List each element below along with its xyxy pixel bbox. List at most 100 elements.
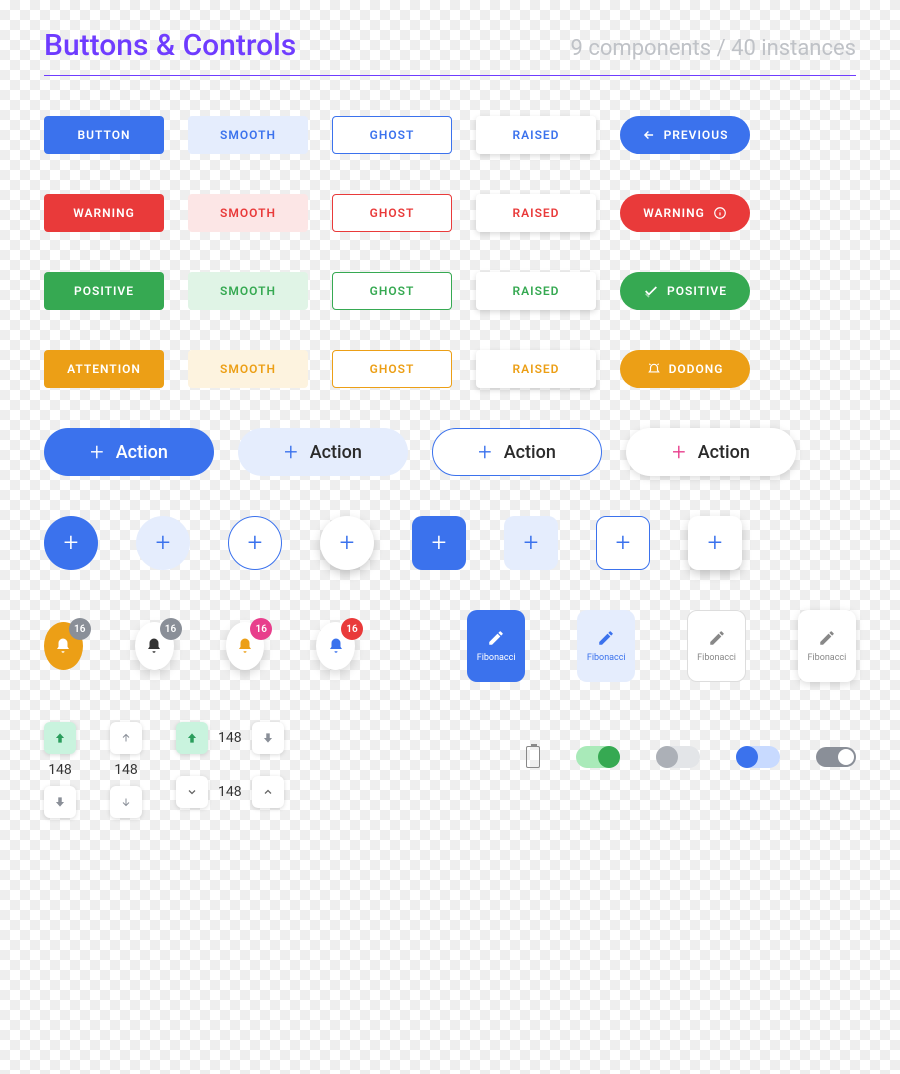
toggle-dark-on[interactable] bbox=[816, 747, 856, 767]
button-smooth-blue[interactable]: SMOOTH bbox=[188, 116, 308, 154]
button-solid-orange[interactable]: ATTENTION bbox=[44, 350, 164, 388]
plus-icon: + bbox=[616, 528, 631, 558]
step-down-button[interactable] bbox=[252, 722, 284, 754]
button-pill-dodong[interactable]: DODONG bbox=[620, 350, 750, 388]
notification-badge: 16 bbox=[69, 618, 91, 640]
button-raised-blue[interactable]: RAISED bbox=[476, 116, 596, 154]
card-label: Fibonacci bbox=[697, 653, 736, 663]
edit-card-smooth[interactable]: Fibonacci bbox=[577, 610, 635, 682]
toggle-green-on[interactable] bbox=[576, 746, 620, 768]
bell-icon bbox=[236, 637, 254, 655]
notification-bell-dark[interactable]: 16 bbox=[135, 622, 174, 670]
button-ghost-red[interactable]: GHOST bbox=[332, 194, 452, 232]
button-ghost-orange[interactable]: GHOST bbox=[332, 350, 452, 388]
action-label: Action bbox=[504, 442, 556, 463]
button-smooth-green[interactable]: SMOOTH bbox=[188, 272, 308, 310]
action-label: Action bbox=[310, 442, 362, 463]
alarm-icon bbox=[647, 362, 661, 376]
action-label: Action bbox=[698, 442, 750, 463]
bell-icon bbox=[145, 637, 163, 655]
edit-card-solid[interactable]: Fibonacci bbox=[467, 610, 525, 682]
page-subtitle: 9 components / 40 instances bbox=[571, 36, 856, 61]
plus-icon: + bbox=[156, 528, 171, 558]
step-up-button[interactable] bbox=[176, 722, 208, 754]
action-button-smooth[interactable]: + Action bbox=[238, 428, 408, 476]
fab-circle-raised[interactable]: + bbox=[320, 516, 374, 570]
card-label: Fibonacci bbox=[587, 653, 626, 663]
action-label: Action bbox=[116, 442, 168, 463]
notification-badge: 16 bbox=[341, 618, 363, 640]
plus-icon: + bbox=[708, 528, 723, 558]
pencil-icon bbox=[597, 629, 615, 647]
step-down-button[interactable] bbox=[110, 786, 142, 818]
info-icon bbox=[713, 206, 727, 220]
notification-bell-orange[interactable]: 16 bbox=[44, 622, 83, 670]
fab-square-ghost[interactable]: + bbox=[596, 516, 650, 570]
notification-bell-orange-outline[interactable]: 16 bbox=[226, 622, 265, 670]
stepper-value: 148 bbox=[48, 762, 72, 778]
button-raised-orange[interactable]: RAISED bbox=[476, 350, 596, 388]
button-label: DODONG bbox=[669, 362, 724, 376]
plus-icon: + bbox=[284, 438, 298, 466]
button-solid-blue[interactable]: BUTTON bbox=[44, 116, 164, 154]
button-ghost-green[interactable]: GHOST bbox=[332, 272, 452, 310]
button-label: PREVIOUS bbox=[664, 128, 729, 142]
fab-square-solid[interactable]: + bbox=[412, 516, 466, 570]
plus-icon: + bbox=[248, 528, 263, 558]
step-up-button[interactable] bbox=[110, 722, 142, 754]
action-button-ghost[interactable]: + Action bbox=[432, 428, 602, 476]
button-solid-red[interactable]: WARNING bbox=[44, 194, 164, 232]
fab-circle-solid[interactable]: + bbox=[44, 516, 98, 570]
button-solid-green[interactable]: POSITIVE bbox=[44, 272, 164, 310]
plus-icon: + bbox=[478, 438, 492, 466]
button-pill-positive[interactable]: POSITIVE bbox=[620, 272, 750, 310]
edit-card-ghost[interactable]: Fibonacci bbox=[687, 610, 746, 682]
button-smooth-orange[interactable]: SMOOTH bbox=[188, 350, 308, 388]
bell-icon bbox=[54, 637, 72, 655]
button-raised-green[interactable]: RAISED bbox=[476, 272, 596, 310]
edit-card-raised[interactable]: Fibonacci bbox=[798, 610, 856, 682]
step-down-button[interactable] bbox=[176, 776, 208, 808]
arrow-left-icon bbox=[642, 128, 656, 142]
step-up-button[interactable] bbox=[252, 776, 284, 808]
bell-icon bbox=[327, 637, 345, 655]
battery-icon bbox=[526, 746, 540, 768]
fab-circle-smooth[interactable]: + bbox=[136, 516, 190, 570]
toggle-blue-off[interactable] bbox=[736, 746, 780, 768]
notification-badge: 16 bbox=[160, 618, 182, 640]
button-label: POSITIVE bbox=[667, 284, 727, 298]
fab-square-smooth[interactable]: + bbox=[504, 516, 558, 570]
pencil-icon bbox=[708, 629, 726, 647]
fab-circle-ghost[interactable]: + bbox=[228, 516, 282, 570]
stepper-vertical-accent: 148 bbox=[44, 722, 76, 818]
plus-icon: + bbox=[90, 438, 104, 466]
plus-icon: + bbox=[672, 438, 686, 466]
page-title: Buttons & Controls bbox=[44, 28, 296, 63]
button-pill-previous[interactable]: PREVIOUS bbox=[620, 116, 750, 154]
fab-square-raised[interactable]: + bbox=[688, 516, 742, 570]
stepper-horizontal-arrows: 148 bbox=[176, 722, 284, 754]
toggle-gray-off[interactable] bbox=[656, 746, 700, 768]
plus-icon: + bbox=[340, 528, 355, 558]
button-raised-red[interactable]: RAISED bbox=[476, 194, 596, 232]
action-button-solid[interactable]: + Action bbox=[44, 428, 214, 476]
stepper-value: 148 bbox=[218, 730, 242, 746]
pencil-icon bbox=[487, 629, 505, 647]
action-button-raised[interactable]: + Action bbox=[626, 428, 796, 476]
plus-icon: + bbox=[64, 528, 79, 558]
notification-badge: 16 bbox=[250, 618, 272, 640]
stepper-vertical-outline: 148 bbox=[110, 722, 142, 818]
card-label: Fibonacci bbox=[477, 653, 516, 663]
stepper-value: 148 bbox=[218, 784, 242, 800]
button-ghost-blue[interactable]: GHOST bbox=[332, 116, 452, 154]
notification-bell-blue[interactable]: 16 bbox=[316, 622, 355, 670]
button-smooth-red[interactable]: SMOOTH bbox=[188, 194, 308, 232]
plus-icon: + bbox=[432, 528, 447, 558]
step-down-button[interactable] bbox=[44, 786, 76, 818]
button-label: WARNING bbox=[643, 206, 705, 220]
stepper-value: 148 bbox=[114, 762, 138, 778]
step-up-button[interactable] bbox=[44, 722, 76, 754]
stepper-horizontal-chevrons: 148 bbox=[176, 776, 284, 808]
button-pill-warning[interactable]: WARNING bbox=[620, 194, 750, 232]
plus-icon: + bbox=[524, 528, 539, 558]
